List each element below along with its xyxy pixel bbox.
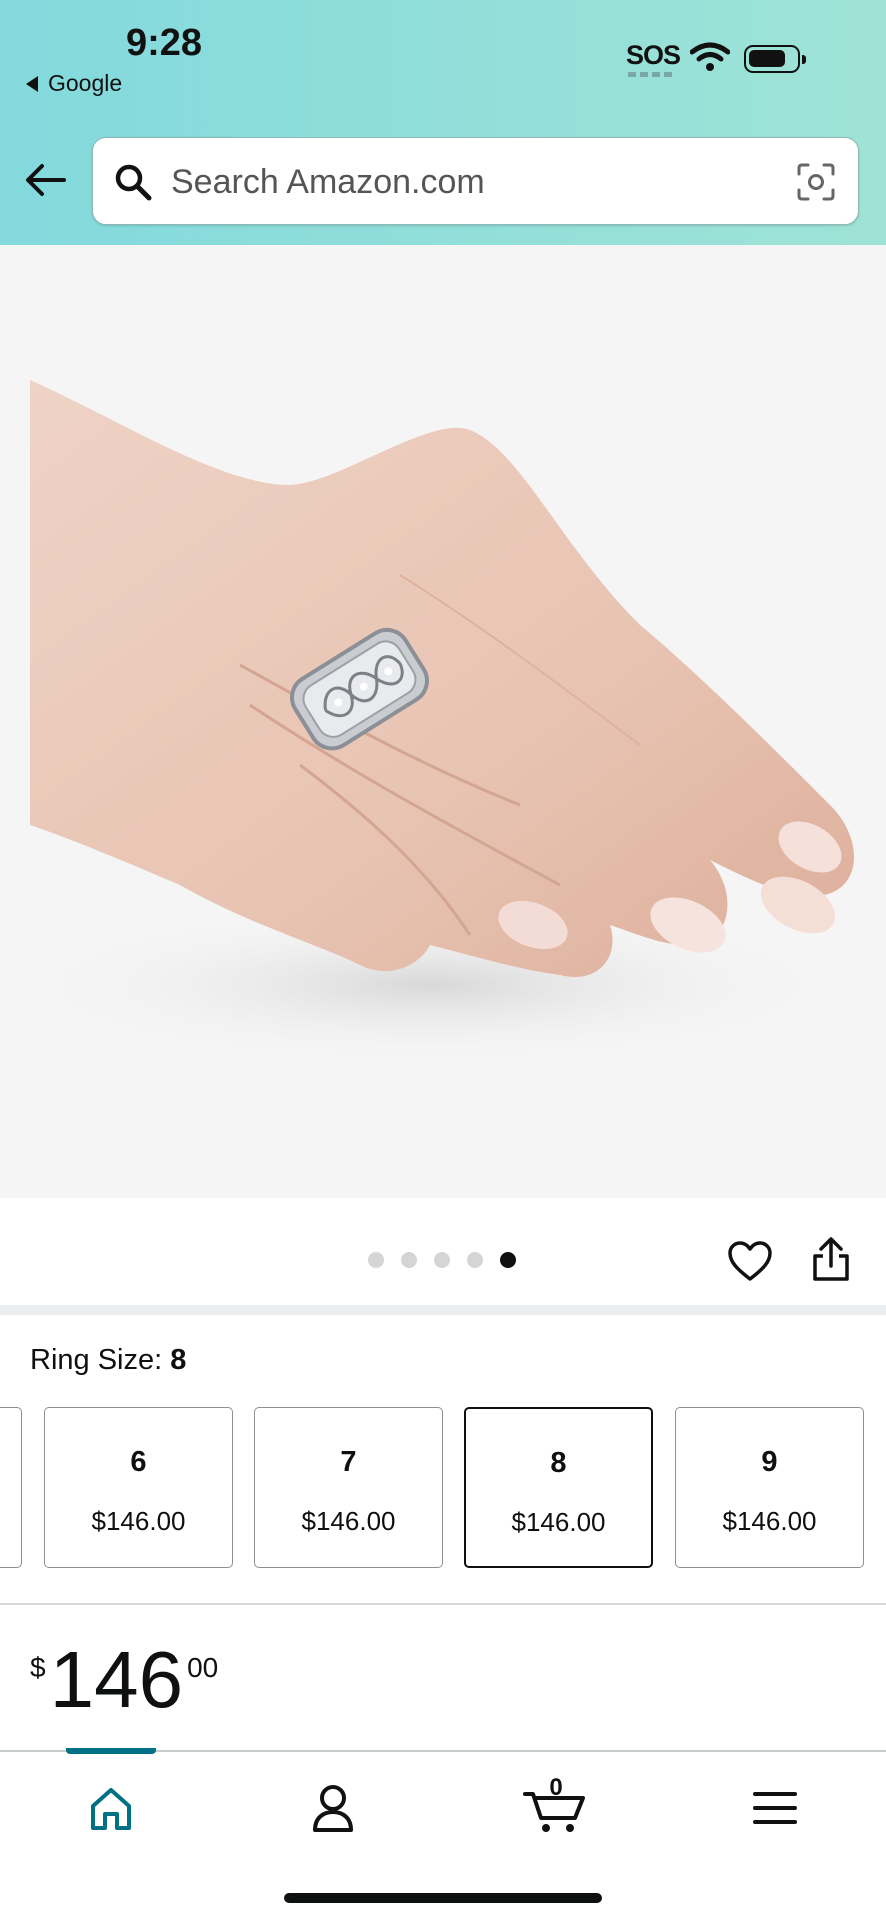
size-option-8[interactable]: 8 $146.00 [464,1407,653,1568]
size-option-9[interactable]: 9 $146.00 [675,1407,864,1568]
home-icon[interactable] [81,1780,141,1836]
size-option-number: 8 [550,1447,567,1479]
size-option-number: 7 [340,1446,357,1478]
product-price: $ 146 00 [30,1640,218,1720]
size-option-partial[interactable] [0,1407,22,1568]
back-app-label: Google [48,70,123,96]
image-dot[interactable] [434,1252,450,1268]
section-divider [0,1603,886,1605]
section-divider [0,1305,886,1315]
price-fraction: 00 [187,1652,219,1683]
product-image[interactable] [0,245,886,1198]
wifi-icon [690,42,730,71]
size-option-price: $146.00 [301,1506,396,1536]
image-dot[interactable] [401,1252,417,1268]
price-whole: 146 [49,1635,184,1724]
back-to-app-link[interactable]: Google [26,70,122,97]
magnifier-icon [115,164,152,201]
size-option-6[interactable]: 6 $146.00 [44,1407,233,1568]
search-bar[interactable] [92,137,859,225]
share-icon[interactable] [811,1236,851,1282]
ring-size-selected: 8 [170,1344,187,1376]
ring-size-label: Ring Size: 8 [30,1344,187,1376]
camera-scan-icon[interactable] [796,162,836,202]
image-dot[interactable] [500,1252,516,1268]
image-dot[interactable] [467,1252,483,1268]
size-option-number: 6 [130,1446,147,1478]
ring-on-hand-image [10,380,854,1065]
home-indicator-bar [284,1893,602,1903]
status-time: 9:28 [126,22,203,64]
battery-icon [744,45,806,73]
carrier-status: SOS [626,40,681,70]
back-triangle-icon [26,75,38,92]
signal-dots-icon [628,72,676,77]
hamburger-icon[interactable] [745,1780,805,1836]
arrow-left-icon[interactable] [22,160,68,200]
cart-count: 0 [549,1774,563,1801]
size-option-price: $146.00 [511,1507,606,1537]
heart-icon[interactable] [727,1240,773,1282]
size-option-number: 9 [761,1446,778,1478]
active-tab-indicator [66,1748,156,1754]
image-dot[interactable] [368,1252,384,1268]
person-icon[interactable] [303,1780,363,1836]
size-option-7[interactable]: 7 $146.00 [254,1407,443,1568]
header: 9:28 Google SOS [0,0,886,245]
search-input[interactable] [169,156,773,208]
cart-tab[interactable]: 0 [523,1774,589,1836]
image-pagination [368,1252,516,1268]
price-symbol: $ [30,1652,46,1683]
size-option-price: $146.00 [722,1506,817,1536]
size-option-price: $146.00 [91,1506,186,1536]
